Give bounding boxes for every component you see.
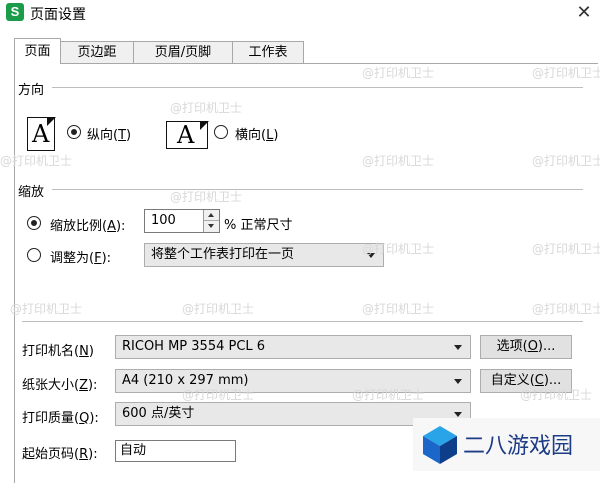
scale-radio[interactable] bbox=[27, 216, 41, 230]
watermark-text: @打印机卫士 bbox=[10, 302, 83, 316]
portrait-label[interactable]: 纵向(T) bbox=[87, 124, 131, 143]
landscape-page-icon: A bbox=[166, 120, 209, 149]
chevron-down-icon bbox=[454, 345, 462, 350]
start-page-input[interactable]: 自动 bbox=[115, 440, 236, 462]
brand-watermark: 二八游戏园 bbox=[413, 418, 600, 471]
scaling-divider bbox=[52, 189, 583, 190]
paper-size-label: 纸张大小(Z): bbox=[22, 378, 98, 393]
printer-divider bbox=[22, 321, 583, 322]
scaling-section-label: 缩放 bbox=[18, 185, 45, 200]
watermark-text: @打印机卫士 bbox=[362, 154, 435, 168]
printer-label: 打印机名(N) bbox=[22, 344, 94, 359]
watermark-text: @打印机卫士 bbox=[532, 154, 600, 168]
landscape-label[interactable]: 横向(L) bbox=[235, 124, 278, 143]
chevron-down-icon bbox=[454, 379, 462, 384]
watermark-text: @打印机卫士 bbox=[532, 242, 600, 256]
tab-margins[interactable]: 页边距 bbox=[60, 41, 134, 63]
watermark-text: @打印机卫士 bbox=[352, 388, 425, 402]
title-bar: S 页面设置 ✕ bbox=[0, 0, 600, 28]
scale-input[interactable]: 100 bbox=[144, 209, 220, 233]
print-quality-label: 打印质量(Q): bbox=[22, 411, 99, 426]
brand-logo-icon bbox=[423, 426, 457, 464]
watermark-text: @打印机卫士 bbox=[532, 66, 600, 80]
window-title: 页面设置 bbox=[30, 7, 86, 23]
chevron-down-icon bbox=[454, 412, 462, 417]
brand-text: 二八游戏园 bbox=[463, 434, 574, 459]
watermark-text: @打印机卫士 bbox=[532, 302, 600, 316]
watermark-text: @打印机卫士 bbox=[0, 154, 73, 168]
app-logo-icon: S bbox=[6, 3, 24, 21]
stepper-down-icon[interactable] bbox=[204, 221, 219, 232]
stepper-up-icon[interactable] bbox=[204, 210, 219, 221]
close-button[interactable]: ✕ bbox=[568, 0, 600, 26]
fit-label[interactable]: 调整为(F): bbox=[50, 247, 111, 266]
portrait-page-icon: A bbox=[27, 116, 56, 151]
scale-label[interactable]: 缩放比例(A): bbox=[50, 215, 125, 234]
orientation-section-label: 方向 bbox=[18, 83, 45, 98]
landscape-radio[interactable] bbox=[214, 125, 228, 139]
watermark-text: @打印机卫士 bbox=[182, 302, 255, 316]
portrait-radio[interactable] bbox=[67, 125, 81, 139]
watermark-text: @打印机卫士 bbox=[182, 388, 255, 402]
watermark-text: @打印机卫士 bbox=[520, 388, 593, 402]
watermark-text: @打印机卫士 bbox=[170, 190, 243, 204]
fit-select[interactable]: 将整个工作表打印在一页 bbox=[144, 243, 384, 267]
scale-stepper[interactable] bbox=[203, 210, 219, 232]
scale-suffix-label: % 正常尺寸 bbox=[224, 218, 293, 233]
tab-header-footer[interactable]: 页眉/页脚 bbox=[133, 41, 233, 63]
tab-sheet[interactable]: 工作表 bbox=[232, 41, 304, 63]
orientation-divider bbox=[52, 87, 583, 88]
printer-select[interactable]: RICOH MP 3554 PCL 6 bbox=[115, 335, 471, 359]
tab-page[interactable]: 页面 bbox=[14, 38, 61, 64]
watermark-text: @打印机卫士 bbox=[362, 242, 435, 256]
fit-radio[interactable] bbox=[27, 248, 41, 262]
options-button[interactable]: 选项(O)... bbox=[480, 335, 572, 359]
watermark-text: @打印机卫士 bbox=[362, 66, 435, 80]
start-page-label: 起始页码(R): bbox=[22, 447, 98, 462]
watermark-text: @打印机卫士 bbox=[170, 101, 243, 115]
watermark-text: @打印机卫士 bbox=[362, 302, 435, 316]
